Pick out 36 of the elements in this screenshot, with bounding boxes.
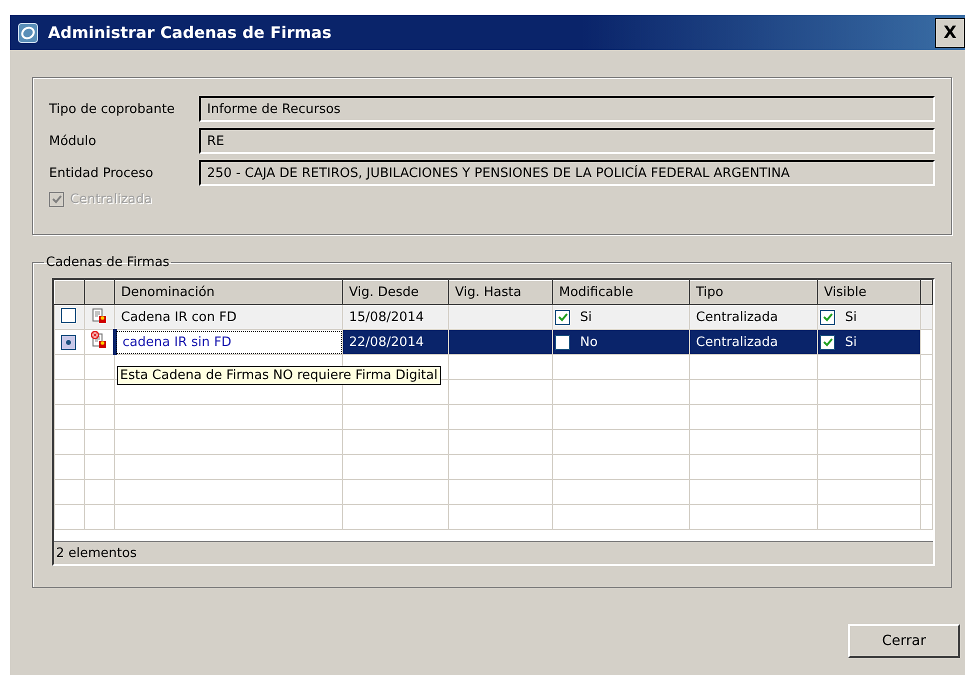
row-selector[interactable] xyxy=(61,335,76,350)
close-button[interactable]: X xyxy=(935,18,965,48)
table-cell: Centralizada xyxy=(690,330,818,354)
field-label: Tipo de coprobante xyxy=(49,102,176,116)
field-label: Módulo xyxy=(49,134,98,148)
check-icon xyxy=(558,312,568,322)
column-header[interactable]: Tipo xyxy=(690,280,818,304)
column-header[interactable]: Denominación xyxy=(114,280,342,304)
modifiable-checkbox[interactable] xyxy=(555,310,570,324)
readonly-field[interactable]: 250 - CAJA DE RETIROS, JUBILACIONES Y PENSIONES DE LA POLICÍA FEDERAL ARGENTINA xyxy=(199,160,935,186)
table-cell: Si xyxy=(580,310,592,324)
column-header[interactable]: Modificable xyxy=(552,280,690,304)
row-selector[interactable] xyxy=(61,308,76,322)
field-label: Entidad Proceso xyxy=(49,166,154,180)
check-icon xyxy=(822,338,832,346)
visible-checkbox[interactable] xyxy=(820,334,835,350)
visible-checkbox[interactable] xyxy=(820,310,835,324)
tooltip: Esta Cadena de Firmas NO requiere Firma Digital xyxy=(117,366,441,385)
status-text: 2 elementos xyxy=(54,541,933,564)
table-cell: Si xyxy=(845,310,857,324)
group-title: Cadenas de Firmas xyxy=(45,255,170,270)
column-header[interactable]: Vig. Desde xyxy=(342,280,448,304)
app-logo-icon xyxy=(18,22,38,42)
selected-dot-icon xyxy=(66,340,71,345)
close-button[interactable]: Cerrar xyxy=(848,624,960,658)
readonly-field[interactable]: RE xyxy=(199,128,935,154)
column-header[interactable]: Vig. Hasta xyxy=(448,280,552,304)
table-cell: 22/08/2014 xyxy=(342,330,448,354)
table-cell: No xyxy=(580,334,598,350)
readonly-field[interactable]: Informe de Recursos xyxy=(199,96,935,122)
modifiable-checkbox[interactable] xyxy=(555,334,570,350)
check-icon xyxy=(822,312,832,322)
window-title: Administrar Cadenas de Firmas xyxy=(48,23,332,42)
column-header[interactable]: Visible xyxy=(818,280,920,304)
table-cell: Si xyxy=(845,334,857,350)
table-cell: cadena IR sin FD xyxy=(114,330,342,354)
